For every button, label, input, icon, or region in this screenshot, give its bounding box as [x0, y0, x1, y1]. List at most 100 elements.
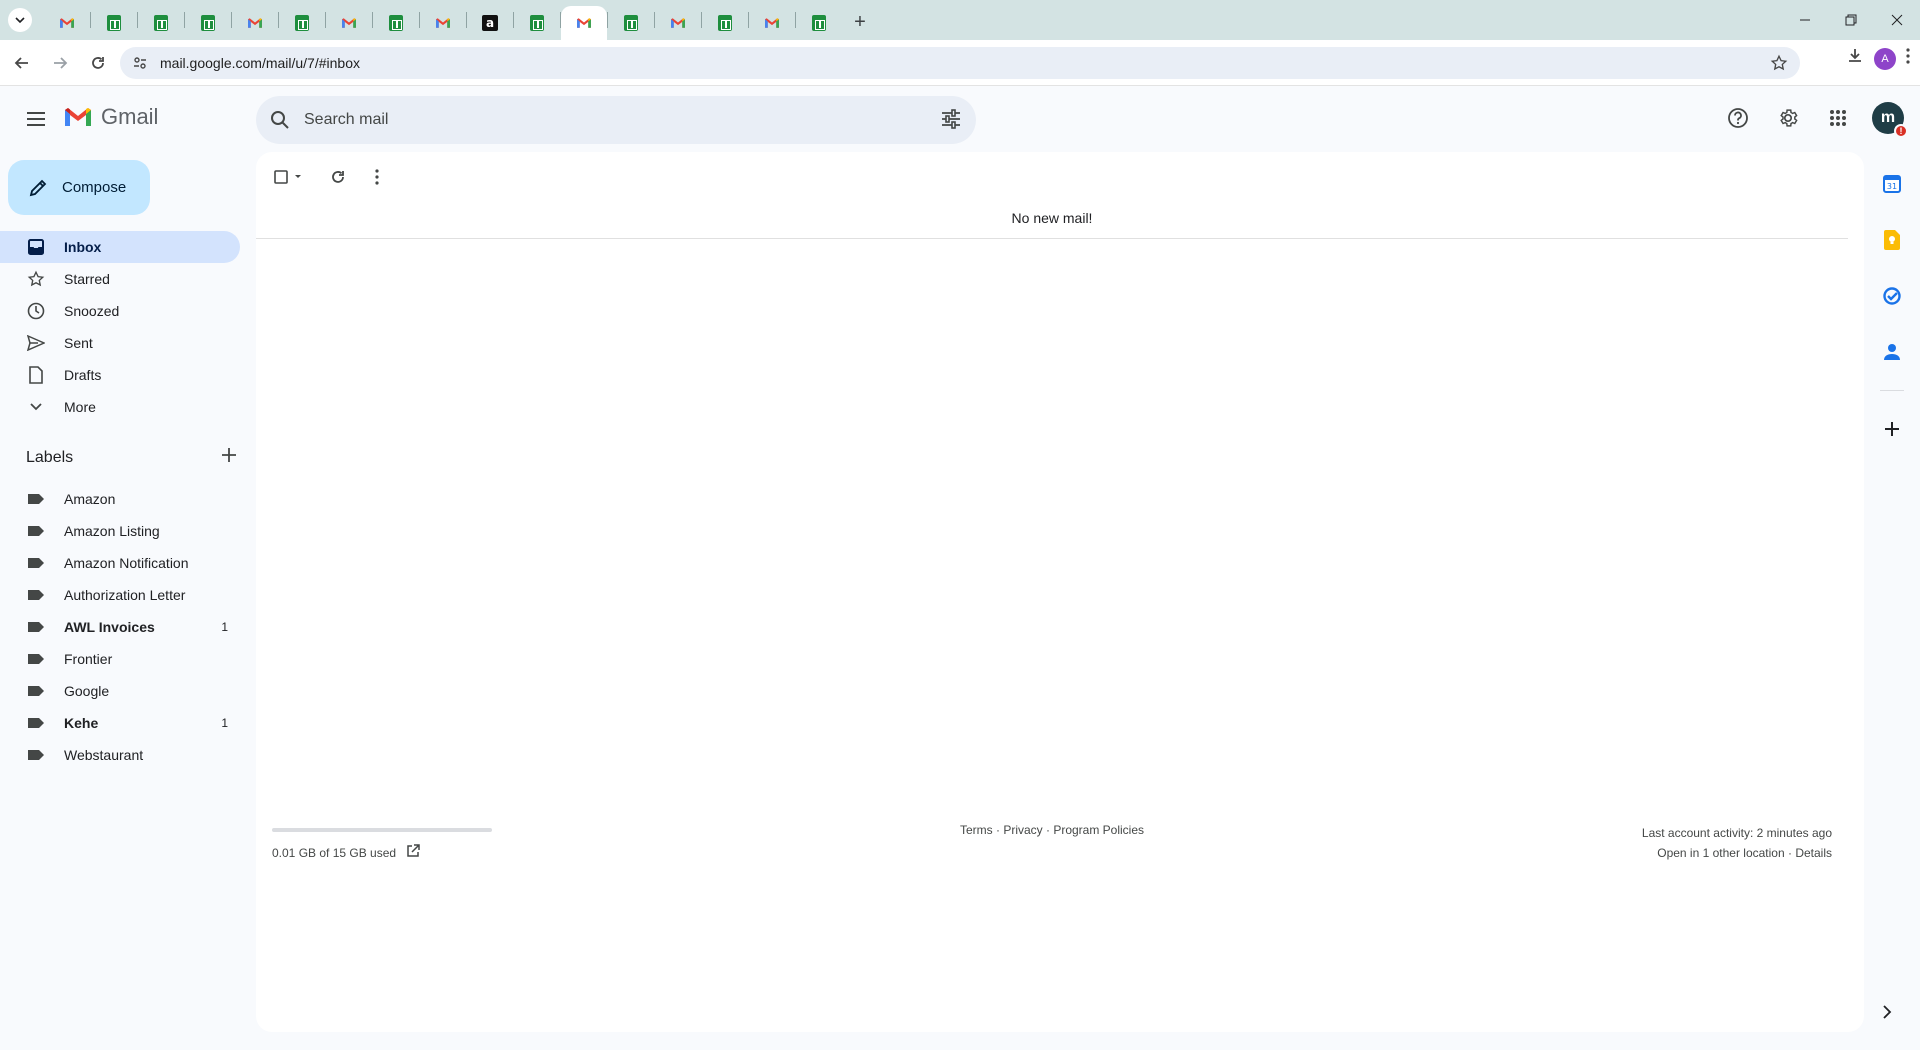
url-text[interactable]: mail.google.com/mail/u/7/#inbox: [160, 55, 360, 71]
label-icon: [26, 489, 46, 509]
keep-icon[interactable]: [1874, 222, 1910, 258]
browser-tab[interactable]: [44, 7, 90, 39]
label-icon: [26, 585, 46, 605]
label-item[interactable]: Webstaurant: [0, 739, 240, 771]
search-options-icon[interactable]: [940, 108, 962, 130]
side-panel: 31: [1864, 152, 1920, 1050]
browser-tab[interactable]: [420, 7, 466, 39]
label-item[interactable]: Amazon Notification: [0, 547, 240, 579]
calendar-icon[interactable]: 31: [1874, 166, 1910, 202]
browser-tab[interactable]: [185, 7, 231, 39]
label-icon: [26, 617, 46, 637]
sheets-icon: [295, 15, 309, 31]
mail-toolbar: [268, 162, 392, 192]
create-label-plus-icon[interactable]: [222, 448, 236, 467]
address-bar[interactable]: mail.google.com/mail/u/7/#inbox: [120, 47, 1800, 79]
new-tab-button[interactable]: +: [846, 8, 874, 36]
browser-tab[interactable]: [326, 7, 372, 39]
list-divider: [256, 238, 1848, 239]
empty-inbox-message: No new mail!: [1011, 210, 1093, 226]
nav-item-inbox[interactable]: Inbox: [0, 231, 240, 263]
browser-menu-icon[interactable]: [1906, 48, 1910, 69]
labels-title: Labels: [26, 448, 74, 466]
label-item[interactable]: Amazon: [0, 483, 240, 515]
back-button[interactable]: [6, 47, 38, 79]
nav-item-label: Sent: [64, 335, 93, 351]
browser-tab[interactable]: [514, 7, 560, 39]
browser-tab[interactable]: [138, 7, 184, 39]
browser-tab[interactable]: [702, 7, 748, 39]
label-item[interactable]: Kehe 1: [0, 707, 240, 739]
activity-line-2[interactable]: Open in 1 other location · Details: [1642, 843, 1832, 863]
browser-tab[interactable]: [232, 7, 278, 39]
settings-gear-icon[interactable]: [1768, 98, 1808, 138]
tab-search-button[interactable]: [8, 8, 32, 32]
browser-profile-avatar[interactable]: A: [1874, 47, 1896, 70]
get-addons-plus-icon[interactable]: [1874, 411, 1910, 447]
label-name: Amazon Listing: [64, 523, 160, 539]
gmail-brand-text: Gmail: [101, 104, 159, 129]
browser-tab[interactable]: [279, 7, 325, 39]
browser-tab[interactable]: [655, 7, 701, 39]
labels-header: Labels: [26, 448, 236, 467]
label-name: Amazon: [64, 491, 116, 507]
label-item[interactable]: Frontier: [0, 643, 240, 675]
browser-tab[interactable]: [796, 7, 842, 39]
show-side-panel-chevron-icon[interactable]: [1882, 1005, 1892, 1024]
chevron-down-icon: [26, 397, 46, 417]
minimize-button[interactable]: [1782, 0, 1828, 40]
contacts-icon[interactable]: [1874, 334, 1910, 370]
apps-grid-icon[interactable]: [1818, 98, 1858, 138]
restore-button[interactable]: [1828, 0, 1874, 40]
nav-item-starred[interactable]: Starred: [0, 263, 240, 295]
search-bar[interactable]: [256, 96, 976, 144]
browser-tab[interactable]: [749, 7, 795, 39]
side-panel-divider: [1880, 390, 1904, 391]
star-icon: [26, 269, 46, 289]
label-item[interactable]: AWL Invoices 1: [0, 611, 240, 643]
label-icon: [26, 681, 46, 701]
sheets-icon: [201, 15, 215, 31]
compose-label: Compose: [62, 179, 127, 196]
label-icon: [26, 745, 46, 765]
browser-tab[interactable]: [91, 7, 137, 39]
account-activity: Last account activity: 2 minutes ago Ope…: [1642, 823, 1832, 863]
browser-tab[interactable]: a: [467, 7, 513, 39]
gmail-icon: [670, 17, 686, 29]
bookmark-star-icon[interactable]: [1770, 54, 1788, 77]
help-icon[interactable]: [1718, 98, 1758, 138]
nav-item-drafts[interactable]: Drafts: [0, 359, 240, 391]
refresh-icon[interactable]: [318, 162, 358, 192]
search-input[interactable]: [304, 111, 884, 129]
close-window-button[interactable]: [1874, 0, 1920, 40]
nav-item-sent[interactable]: Sent: [0, 327, 240, 359]
label-item[interactable]: Amazon Listing: [0, 515, 240, 547]
search-icon[interactable]: [270, 110, 290, 130]
gmail-icon: [576, 17, 592, 29]
browser-tab[interactable]: [608, 7, 654, 39]
browser-tab[interactable]: [373, 7, 419, 39]
label-item[interactable]: Google: [0, 675, 240, 707]
nav-item-more[interactable]: More: [0, 391, 240, 423]
account-avatar[interactable]: m !: [1872, 102, 1908, 138]
footer-links[interactable]: Terms · Privacy · Program Policies: [256, 823, 1848, 837]
open-external-icon[interactable]: [406, 844, 420, 861]
gmail-logo[interactable]: Gmail: [63, 104, 158, 130]
account-alert-badge: !: [1894, 124, 1908, 138]
nav-item-snoozed[interactable]: Snoozed: [0, 295, 240, 327]
more-options-icon[interactable]: [362, 162, 392, 192]
label-item[interactable]: Authorization Letter: [0, 579, 240, 611]
browser-tab[interactable]: [561, 6, 607, 40]
site-info-icon[interactable]: [130, 53, 150, 73]
main-menu-button[interactable]: [20, 103, 52, 135]
label-name: Authorization Letter: [64, 587, 186, 603]
gmail-icon: [435, 17, 451, 29]
amazon-icon: a: [482, 15, 498, 31]
gmail-m-icon: [65, 108, 91, 126]
compose-button[interactable]: Compose: [8, 160, 150, 215]
reload-button[interactable]: [82, 47, 114, 79]
select-checkbox[interactable]: [268, 162, 308, 192]
tasks-icon[interactable]: [1874, 278, 1910, 314]
download-icon[interactable]: [1846, 47, 1864, 70]
forward-button[interactable]: [44, 47, 76, 79]
